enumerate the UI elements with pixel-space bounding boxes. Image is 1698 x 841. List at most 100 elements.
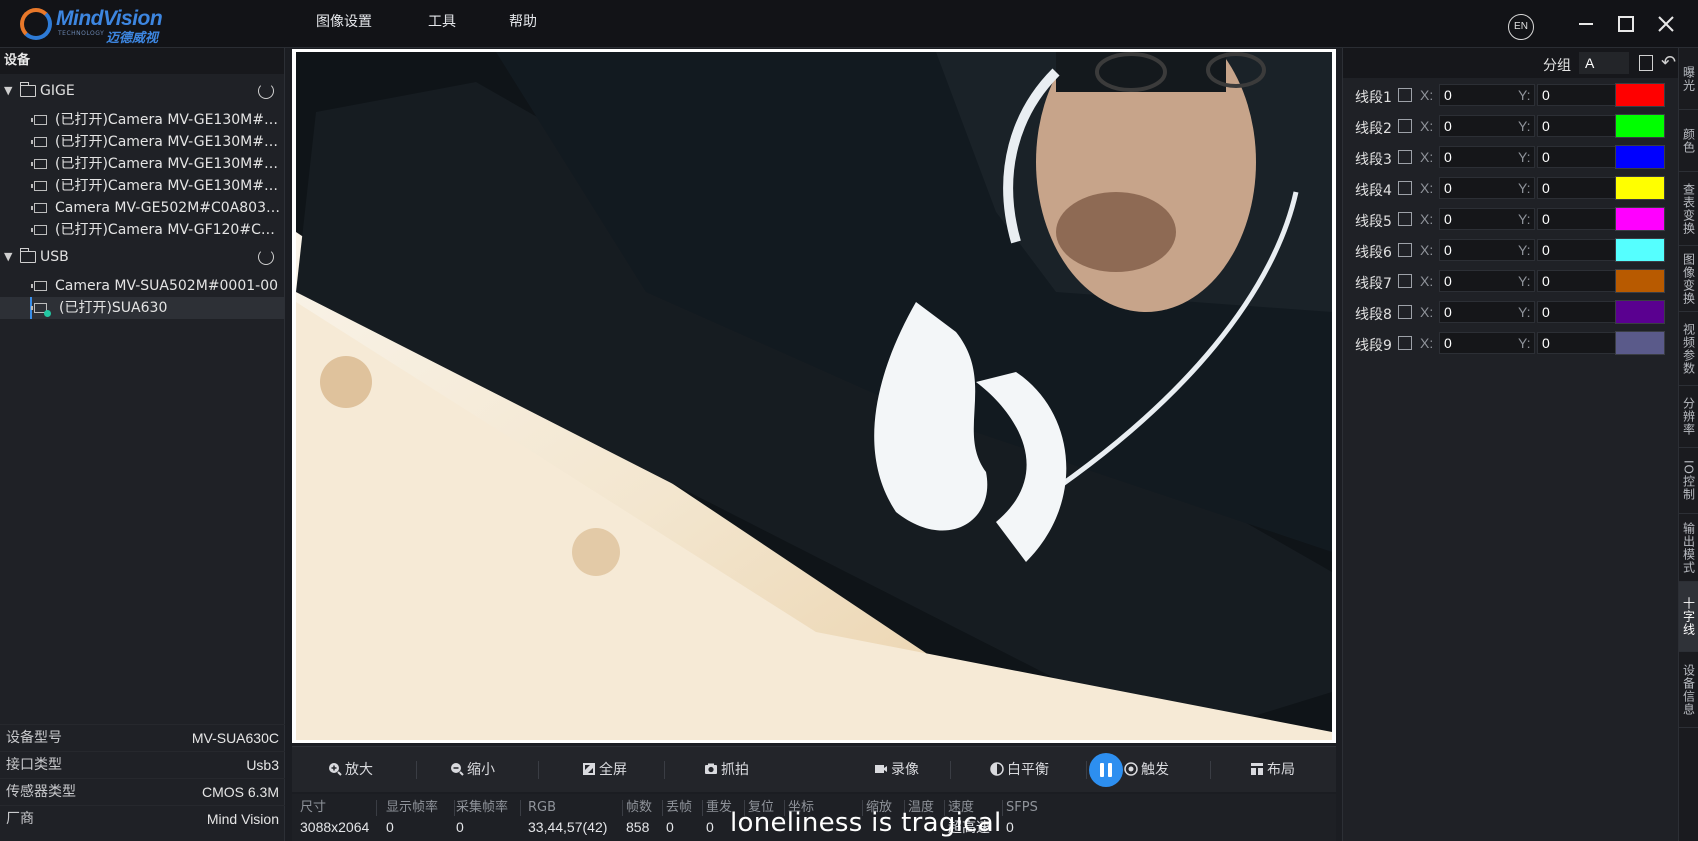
camera-preview[interactable] bbox=[292, 49, 1336, 743]
undo-icon[interactable]: ↶ bbox=[1661, 52, 1676, 73]
segment-color-swatch[interactable] bbox=[1615, 238, 1665, 262]
close-button[interactable] bbox=[1652, 10, 1680, 38]
camera-frame-image bbox=[296, 52, 1332, 740]
side-tab[interactable]: 十字线 bbox=[1679, 582, 1698, 652]
segment-y-input[interactable] bbox=[1537, 301, 1627, 323]
language-button[interactable]: EN bbox=[1508, 14, 1534, 40]
menu-tools[interactable]: 工具 bbox=[428, 0, 456, 44]
info-label: 厂商 bbox=[6, 811, 34, 827]
segment-color-swatch[interactable] bbox=[1615, 269, 1665, 293]
segment-y-input[interactable] bbox=[1537, 270, 1627, 292]
y-label: Y: bbox=[1518, 180, 1531, 196]
camera-item[interactable]: Camera MV-GE502M#C0A803BE bbox=[0, 197, 285, 219]
layout-button[interactable]: 布局 bbox=[1250, 759, 1295, 781]
segment-label: 线段2 bbox=[1355, 121, 1392, 137]
side-tab[interactable]: 分辨率 bbox=[1679, 386, 1698, 448]
segment-enable-checkbox[interactable] bbox=[1398, 150, 1412, 164]
info-label: 接口类型 bbox=[6, 757, 62, 773]
segment-color-swatch[interactable] bbox=[1615, 83, 1665, 107]
info-value: CMOS 6.3M bbox=[201, 784, 279, 800]
segment-color-swatch[interactable] bbox=[1615, 176, 1665, 200]
pause-button[interactable] bbox=[1089, 753, 1123, 787]
divider bbox=[376, 800, 377, 816]
trigger-button[interactable]: 触发 bbox=[1124, 759, 1169, 781]
device-group-usb[interactable]: ▼ USB bbox=[0, 244, 285, 270]
save-icon[interactable] bbox=[1639, 55, 1653, 71]
menu-help[interactable]: 帮助 bbox=[509, 0, 537, 44]
camera-item[interactable]: (已打开)Camera MV-GE130M#C0A8031A bbox=[0, 175, 285, 197]
segment-enable-checkbox[interactable] bbox=[1398, 181, 1412, 195]
camera-item[interactable]: (已打开)Camera MV-GE130M#C0A80318 bbox=[0, 131, 285, 153]
settings-side-tabs: 曝光 颜色 查表变换 图像变换 视频参数 分辨率 IO控制 输出模式 十字线 设备信息 bbox=[1678, 48, 1698, 841]
segment-y-input[interactable] bbox=[1537, 115, 1627, 137]
zoom-in-button[interactable]: 放大 bbox=[328, 759, 373, 781]
segment-row: 线段6 X: Y: bbox=[1343, 237, 1679, 263]
segment-y-input[interactable] bbox=[1537, 332, 1627, 354]
camera-item[interactable]: (已打开)Camera MV-GF120#C0A80320 bbox=[0, 219, 285, 241]
layout-label: 布局 bbox=[1267, 762, 1295, 778]
zoom-in-icon bbox=[329, 763, 342, 776]
divider bbox=[950, 761, 951, 779]
segment-enable-checkbox[interactable] bbox=[1398, 212, 1412, 226]
minimize-button[interactable] bbox=[1572, 10, 1600, 38]
segment-row: 线段4 X: Y: bbox=[1343, 175, 1679, 201]
info-row-sensor: 传感器类型 CMOS 6.3M bbox=[0, 778, 285, 805]
refresh-icon[interactable] bbox=[258, 249, 274, 265]
segment-enable-checkbox[interactable] bbox=[1398, 305, 1412, 319]
group-select[interactable]: A bbox=[1579, 52, 1629, 74]
segment-color-swatch[interactable] bbox=[1615, 207, 1665, 231]
device-group-gige[interactable]: ▼ GIGE bbox=[0, 78, 285, 104]
segment-y-input[interactable] bbox=[1537, 146, 1627, 168]
segment-enable-checkbox[interactable] bbox=[1398, 336, 1412, 350]
y-label: Y: bbox=[1518, 211, 1531, 227]
status-display-fps: 显示帧率 0 bbox=[386, 798, 438, 837]
status-value: 0 bbox=[1006, 819, 1014, 835]
side-tab[interactable]: 曝光 bbox=[1679, 48, 1698, 110]
segment-color-swatch[interactable] bbox=[1615, 331, 1665, 355]
snapshot-button[interactable]: 抓拍 bbox=[704, 759, 749, 781]
camera-item[interactable]: (已打开)Camera MV-GE130M#C0A80319 bbox=[0, 153, 285, 175]
segment-y-input[interactable] bbox=[1537, 208, 1627, 230]
folder-icon bbox=[19, 248, 36, 263]
side-tab[interactable]: 设备信息 bbox=[1679, 652, 1698, 728]
divider bbox=[1002, 800, 1003, 816]
segment-enable-checkbox[interactable] bbox=[1398, 274, 1412, 288]
refresh-icon[interactable] bbox=[258, 83, 274, 99]
group-name: GIGE bbox=[40, 83, 75, 99]
folder-icon bbox=[19, 82, 36, 97]
segment-enable-checkbox[interactable] bbox=[1398, 243, 1412, 257]
record-button[interactable]: 录像 bbox=[874, 759, 919, 781]
segment-enable-checkbox[interactable] bbox=[1398, 119, 1412, 133]
maximize-button[interactable] bbox=[1612, 10, 1640, 38]
close-icon bbox=[1658, 16, 1674, 32]
zoom-out-icon bbox=[451, 763, 464, 776]
camera-item[interactable]: Camera MV-SUA502M#0001-00 bbox=[0, 275, 285, 297]
camera-item[interactable]: (已打开)Camera MV-GE130M#C0A80317 bbox=[0, 109, 285, 131]
status-resend: 重发 0 bbox=[706, 798, 732, 837]
segment-y-input[interactable] bbox=[1537, 84, 1627, 106]
side-tab[interactable]: 查表变换 bbox=[1679, 172, 1698, 246]
segment-y-input[interactable] bbox=[1537, 239, 1627, 261]
side-tab[interactable]: 输出模式 bbox=[1679, 514, 1698, 582]
fullscreen-button[interactable]: 全屏 bbox=[582, 759, 627, 781]
segment-enable-checkbox[interactable] bbox=[1398, 88, 1412, 102]
camera-label: (已打开)Camera MV-GF120#C0A80320 bbox=[55, 222, 283, 238]
white-balance-button[interactable]: 白平衡 bbox=[990, 759, 1049, 781]
segment-y-input[interactable] bbox=[1537, 177, 1627, 199]
side-tab[interactable]: 视频参数 bbox=[1679, 312, 1698, 386]
x-label: X: bbox=[1420, 211, 1434, 227]
side-tab[interactable]: 图像变换 bbox=[1679, 246, 1698, 312]
segment-color-swatch[interactable] bbox=[1615, 145, 1665, 169]
video-record-icon bbox=[875, 765, 887, 773]
segment-color-swatch[interactable] bbox=[1615, 114, 1665, 138]
side-tab[interactable]: 颜色 bbox=[1679, 110, 1698, 172]
side-tab[interactable]: IO控制 bbox=[1679, 448, 1698, 514]
segment-label: 线段7 bbox=[1355, 276, 1392, 292]
zoom-out-button[interactable]: 缩小 bbox=[450, 759, 495, 781]
camera-item-selected[interactable]: (已打开)SUA630 bbox=[0, 297, 285, 319]
status-label: 丢帧 bbox=[666, 800, 693, 815]
menu-image-settings[interactable]: 图像设置 bbox=[316, 0, 372, 44]
status-label: 尺寸 bbox=[300, 800, 327, 815]
segment-color-swatch[interactable] bbox=[1615, 300, 1665, 324]
segment-row: 线段8 X: Y: bbox=[1343, 299, 1679, 325]
